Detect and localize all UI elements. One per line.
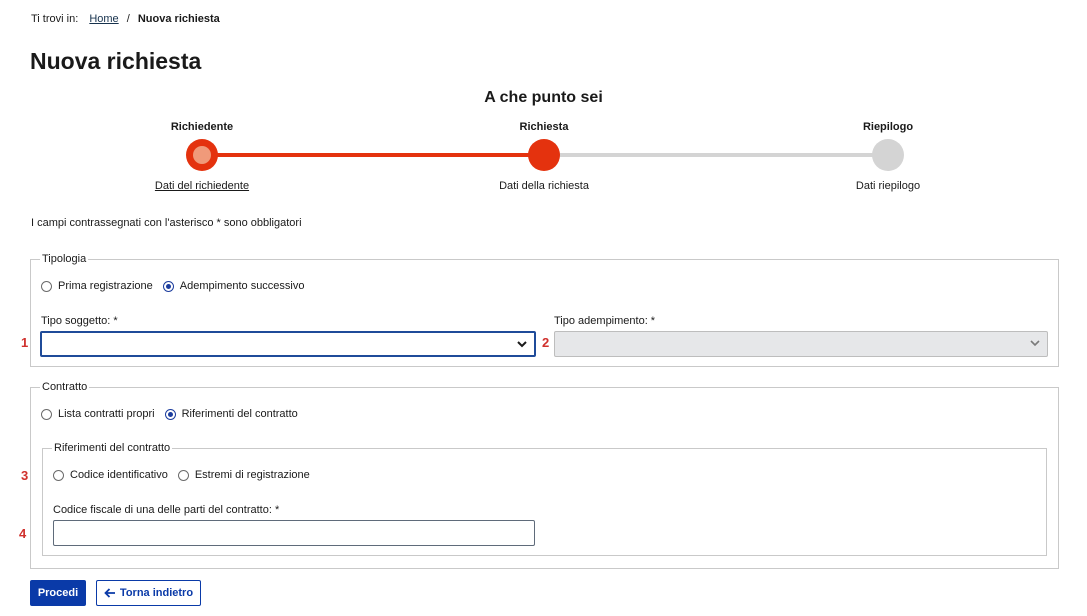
codice-fiscale-label: Codice fiscale di una delle parti del co… [53, 504, 280, 516]
tipo-adempimento-select[interactable] [554, 331, 1048, 357]
step-2-label: Richiesta [519, 121, 569, 133]
breadcrumb-home-link[interactable]: Home [89, 13, 118, 25]
arrow-left-icon [104, 587, 116, 599]
chevron-down-icon [1029, 337, 1041, 349]
step-1-label: Richiedente [170, 121, 234, 133]
step-3-sublabel: Dati riepilogo [855, 180, 921, 192]
radio-circle-estremi-registrazione[interactable] [177, 469, 189, 481]
contratto-radio-group: Lista contratti propri Riferimenti del c… [41, 407, 298, 421]
radio-riferimenti-contratto[interactable]: Riferimenti del contratto [164, 407, 298, 421]
radio-label-prima-registrazione: Prima registrazione [58, 280, 153, 292]
breadcrumb-current: Nuova richiesta [137, 13, 220, 25]
breadcrumb-separator: / [126, 13, 130, 25]
tipo-soggetto-select[interactable] [40, 331, 536, 357]
radio-circle-lista-contratti[interactable] [41, 408, 52, 420]
riferimenti-legend: Riferimenti del contratto [52, 441, 173, 455]
radio-codice-identificativo[interactable]: Codice identificativo [53, 468, 168, 482]
radio-prima-registrazione[interactable]: Prima registrazione [41, 279, 153, 293]
radio-label-lista-contratti: Lista contratti propri [58, 408, 155, 420]
page-title: Nuova richiesta [30, 48, 202, 74]
radio-estremi-registrazione[interactable]: Estremi di registrazione [177, 468, 310, 482]
breadcrumb: Ti trovi in: Home / Nuova richiesta [31, 12, 220, 26]
radio-adempimento-successivo[interactable]: Adempimento successivo [162, 279, 305, 293]
breadcrumb-prefix: Ti trovi in: [31, 13, 79, 25]
marker-1: 1 [21, 335, 29, 350]
step-2-dot [528, 139, 560, 171]
radio-circle-riferimenti-contratto[interactable] [164, 408, 176, 420]
step-3-dot [872, 139, 904, 171]
marker-2: 2 [542, 335, 550, 350]
tipologia-legend: Tipologia [40, 252, 89, 266]
tipo-soggetto-label: Tipo soggetto: * [41, 315, 118, 327]
codice-fiscale-input[interactable] [53, 520, 535, 546]
chevron-down-icon [516, 338, 528, 350]
step-1-dot [186, 139, 218, 171]
radio-label-codice-identificativo: Codice identificativo [70, 469, 168, 481]
step-3-label: Riepilogo [862, 121, 914, 133]
stepper-track-completed [202, 153, 544, 157]
stepper-title: A che punto sei [484, 89, 603, 106]
tipo-adempimento-label: Tipo adempimento: * [554, 315, 656, 327]
radio-circle-adempimento-successivo[interactable] [162, 280, 174, 292]
required-fields-note: I campi contrassegnati con l'asterisco *… [31, 217, 302, 229]
radio-label-estremi-registrazione: Estremi di registrazione [194, 469, 310, 481]
procedi-button[interactable]: Procedi [30, 580, 86, 606]
contratto-legend: Contratto [40, 380, 90, 394]
radio-circle-prima-registrazione[interactable] [41, 280, 52, 292]
stepper-track-remaining [544, 153, 888, 157]
radio-label-adempimento-successivo: Adempimento successivo [179, 280, 305, 292]
riferimenti-radio-group: Codice identificativo Estremi di registr… [53, 468, 310, 482]
tipologia-radio-group: Prima registrazione Adempimento successi… [41, 279, 305, 293]
radio-label-riferimenti-contratto: Riferimenti del contratto [181, 408, 298, 420]
step-1-link[interactable]: Dati del richiedente [155, 180, 249, 192]
radio-circle-codice-identificativo[interactable] [53, 469, 64, 481]
marker-3: 3 [21, 468, 29, 483]
marker-4: 4 [19, 526, 27, 541]
step-2-sublabel: Dati della richiesta [499, 180, 589, 192]
torna-indietro-label: Torna indietro [119, 587, 194, 599]
torna-indietro-button[interactable]: Torna indietro [96, 580, 201, 606]
radio-lista-contratti-propri[interactable]: Lista contratti propri [41, 407, 155, 421]
